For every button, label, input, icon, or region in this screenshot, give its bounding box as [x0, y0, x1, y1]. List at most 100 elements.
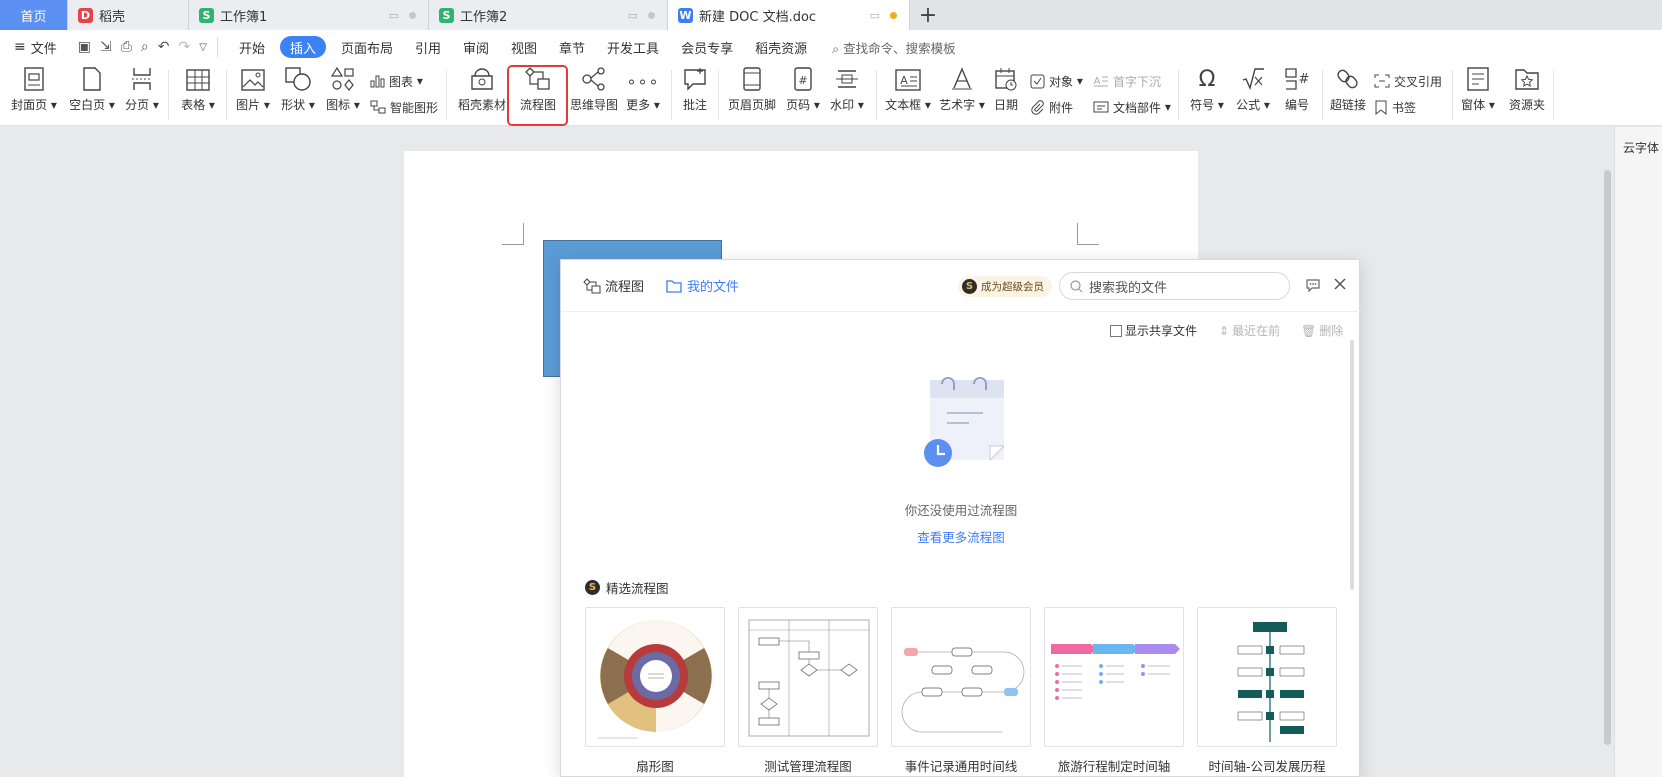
formula-button[interactable]: 公式 ▾ [1233, 64, 1273, 126]
dialog-title[interactable]: 流程图 [583, 276, 644, 295]
page-break-button[interactable]: 分页 ▾ [124, 64, 160, 126]
chart-button[interactable]: 图表 ▾ [370, 71, 423, 91]
template-card[interactable]: 扇形图 [585, 607, 725, 775]
wordart-button[interactable]: 艺术字 ▾ [939, 64, 985, 126]
vip-badge[interactable]: S 成为超级会员 [958, 276, 1052, 297]
tab-workbook2[interactable]: S 工作簿2 ▭ [429, 0, 668, 30]
command-search[interactable]: ⌕ 查找命令、搜索模板 [832, 38, 956, 57]
my-files-label: 我的文件 [687, 280, 740, 295]
omega-icon: Ω [1198, 67, 1216, 92]
dialog-scrollbar[interactable] [1350, 340, 1354, 590]
table-label: 表格 [181, 98, 206, 112]
scrollbar-thumb[interactable] [1604, 170, 1611, 745]
smart-graphic-icon [370, 100, 386, 114]
docer-material-button[interactable]: 稻壳素材 [455, 64, 509, 126]
show-shared-checkbox[interactable]: 显示共享文件 [1110, 322, 1197, 339]
shape-button[interactable]: 形状 ▾ [279, 64, 317, 126]
tab-home[interactable]: 首页 [0, 0, 68, 30]
vip-label: 成为超级会员 [981, 281, 1044, 293]
menu-view[interactable]: 视图 [500, 36, 548, 58]
template-card[interactable]: 事件记录通用时间线 [891, 607, 1031, 775]
tab-workbook1[interactable]: S 工作簿1 ▭ [189, 0, 429, 30]
paperclip-icon [1031, 99, 1044, 115]
symbol-button[interactable]: Ω 符号 ▾ [1187, 64, 1227, 126]
redo-icon[interactable]: ↷ [179, 39, 191, 55]
feedback-icon[interactable] [1305, 277, 1321, 293]
preview-icon[interactable]: ⌕ [141, 39, 149, 55]
monitor-icon: ▭ [627, 9, 638, 22]
undo-icon[interactable]: ↶ [158, 39, 170, 55]
hyperlink-button[interactable]: 超链接 [1328, 64, 1368, 126]
cover-page-button[interactable]: 封面页 ▾ [11, 64, 57, 126]
document-part-button[interactable]: 文档部件 ▾ [1093, 97, 1171, 117]
comment-button[interactable]: 批注 [678, 64, 712, 126]
date-label: 日期 [993, 98, 1018, 112]
customize-icon[interactable]: ▽ [199, 42, 207, 53]
sort-recent-button[interactable]: ⇕ 最近在前 [1219, 322, 1280, 339]
separator [671, 70, 672, 120]
form-icon [1467, 67, 1489, 91]
more-button[interactable]: ∘∘∘ 更多 ▾ [625, 64, 661, 126]
cross-reference-button[interactable]: 交叉引用 [1374, 71, 1442, 91]
tab-document[interactable]: W 新建 DOC 文档.doc ▭ [668, 0, 910, 30]
blank-page-button[interactable]: 空白页 ▾ [69, 64, 115, 126]
folder-icon [666, 279, 682, 293]
template-card[interactable]: 旅游行程制定时间轴 [1044, 607, 1184, 775]
checkbox-box[interactable] [1110, 324, 1122, 337]
bookmark-button[interactable]: 书签 [1374, 97, 1416, 117]
menu-developer[interactable]: 开发工具 [596, 36, 670, 58]
date-button[interactable]: 日期 [991, 64, 1021, 126]
resource-folder-button[interactable]: 资源夹 [1504, 64, 1550, 126]
delete-button[interactable]: 🗑 删除 [1301, 322, 1343, 339]
my-files-tab[interactable]: 我的文件 [666, 276, 739, 295]
smart-graphic-button[interactable]: 智能图形 [370, 97, 438, 117]
form-window-button[interactable]: 窗体 ▾ [1460, 64, 1496, 126]
picture-button[interactable]: 图片 ▾ [234, 64, 272, 126]
menu-insert[interactable]: 插入 [279, 36, 326, 58]
menu-section[interactable]: 章节 [548, 36, 596, 58]
formula-icon [1242, 68, 1264, 91]
numbering-button[interactable]: # 编号 [1280, 64, 1314, 126]
svg-text:#: # [1299, 72, 1310, 87]
menu-review[interactable]: 审阅 [452, 36, 500, 58]
view-more-flowcharts-link[interactable]: 查看更多流程图 [561, 527, 1361, 546]
watermark-button[interactable]: 水印 ▾ [828, 64, 866, 126]
file-menu[interactable]: ≡ 文件 [0, 36, 68, 58]
tab-docer[interactable]: D 稻壳 [68, 0, 189, 30]
close-icon[interactable] [1333, 277, 1347, 291]
wordart-icon [952, 67, 972, 90]
print-icon[interactable]: ⎙ [121, 39, 132, 55]
command-search-label: 查找命令、搜索模板 [843, 40, 956, 56]
export-icon[interactable]: ⇲ [100, 39, 112, 55]
new-tab-button[interactable]: + [910, 0, 946, 30]
mindmap-button[interactable]: 思维导图 [567, 64, 621, 126]
page-number-button[interactable]: # 页码 ▾ [784, 64, 822, 126]
table-button[interactable]: 表格 ▾ [178, 64, 218, 126]
cross-reference-label: 交叉引用 [1394, 74, 1443, 89]
file-search-input[interactable]: 搜索我的文件 [1059, 272, 1290, 300]
menu-member[interactable]: 会员专享 [670, 36, 744, 58]
attachment-button[interactable]: 附件 [1030, 97, 1073, 117]
header-footer-button[interactable]: 页眉页脚 [726, 64, 778, 126]
dropcap-button[interactable]: A 首字下沉 [1093, 71, 1161, 91]
template-cards: 扇形图 测试管理流程图 事件记录通用时间线 旅游行程制定时间轴 时间轴-公司发展… [585, 607, 1337, 775]
icon-library-button[interactable]: 图标 ▾ [324, 64, 362, 126]
more-label: 更多 [626, 98, 651, 112]
cloud-font-button[interactable]: 云字体 [1623, 139, 1659, 156]
menu-bar: ≡ 文件 ▣ ⇲ ⎙ ⌕ ↶ ↷ ▽ 开始 插入 页面布局 引用 审阅 视图 章… [0, 30, 1662, 64]
template-card[interactable]: 时间轴-公司发展历程 [1197, 607, 1337, 775]
menu-page-layout[interactable]: 页面布局 [330, 36, 404, 58]
menu-docer-resources[interactable]: 稻壳资源 [744, 36, 818, 58]
object-button[interactable]: 对象 ▾ [1030, 71, 1083, 91]
vertical-scrollbar[interactable] [1601, 150, 1613, 750]
save-icon[interactable]: ▣ [78, 39, 91, 55]
menu-start[interactable]: 开始 [228, 36, 276, 58]
menu-references[interactable]: 引用 [404, 36, 452, 58]
svg-text:A: A [1094, 76, 1101, 87]
shape-label: 形状 [281, 98, 306, 112]
textbox-button[interactable]: A 文本框 ▾ [885, 64, 931, 126]
template-card[interactable]: 测试管理流程图 [738, 607, 878, 775]
separator [446, 70, 447, 120]
file-search-placeholder: 搜索我的文件 [1089, 280, 1168, 296]
monitor-icon: ▭ [869, 9, 880, 22]
